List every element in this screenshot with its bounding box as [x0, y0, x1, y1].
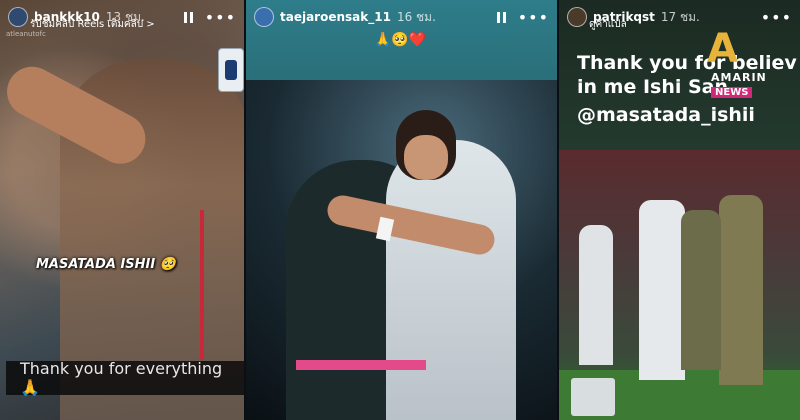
story-panel-2[interactable]: 🙏🥺❤️ taejaroensak_11 16 ชม. •••: [246, 0, 557, 420]
caption-box: Thank you for everything 🙏: [6, 359, 244, 397]
logo-badge: NEWS: [711, 87, 753, 98]
player-figure: [639, 200, 685, 380]
more-icon[interactable]: •••: [518, 8, 549, 27]
lanyard: [200, 210, 204, 360]
player-face: [404, 135, 448, 180]
amarin-news-logo: A AMARIN NEWS: [707, 26, 789, 106]
reels-link[interactable]: รับชมคลิป Reels เต็มคลิป >: [30, 17, 155, 32]
more-icon[interactable]: •••: [761, 8, 792, 27]
timestamp: 16 ชม.: [396, 9, 436, 24]
avatar[interactable]: [8, 7, 28, 27]
translate-link[interactable]: ดูคำแปล: [589, 17, 627, 32]
cup-logo-icon: [218, 48, 244, 92]
more-icon[interactable]: •••: [205, 8, 236, 27]
player-figure: [579, 225, 613, 365]
mention-text[interactable]: @masatada_ishii: [577, 104, 755, 126]
timestamp: 17 ชม.: [660, 9, 700, 24]
story-header: taejaroensak_11 16 ชม. •••: [246, 0, 557, 34]
message-line-2: in me Ishi San: [577, 75, 729, 98]
pause-icon[interactable]: [496, 11, 506, 23]
story-panel-3[interactable]: patrikqst 17 ชม. ••• ดูคำแปล Thank you f…: [559, 0, 800, 420]
staff-figure: [681, 210, 721, 370]
logo-text: AMARIN: [711, 71, 767, 84]
water-crate: [571, 378, 615, 416]
tagline: atleanutofc: [6, 30, 46, 38]
headline-text: MASATADA ISHII 🥺: [36, 257, 176, 272]
username[interactable]: taejaroensak_11: [280, 10, 391, 24]
avatar[interactable]: [567, 7, 587, 27]
story-panel-1[interactable]: bankkk10 13 ชม. ••• รับชมคลิป Reels เต็ม…: [0, 0, 244, 420]
pause-icon[interactable]: [183, 11, 193, 23]
player-figure: [386, 140, 516, 420]
pink-trim: [296, 360, 426, 370]
avatar[interactable]: [254, 7, 274, 27]
caption-text: Thank you for everything 🙏: [20, 359, 223, 397]
staff-figure: [719, 195, 763, 385]
emoji-caption: 🙏🥺❤️: [374, 32, 427, 48]
